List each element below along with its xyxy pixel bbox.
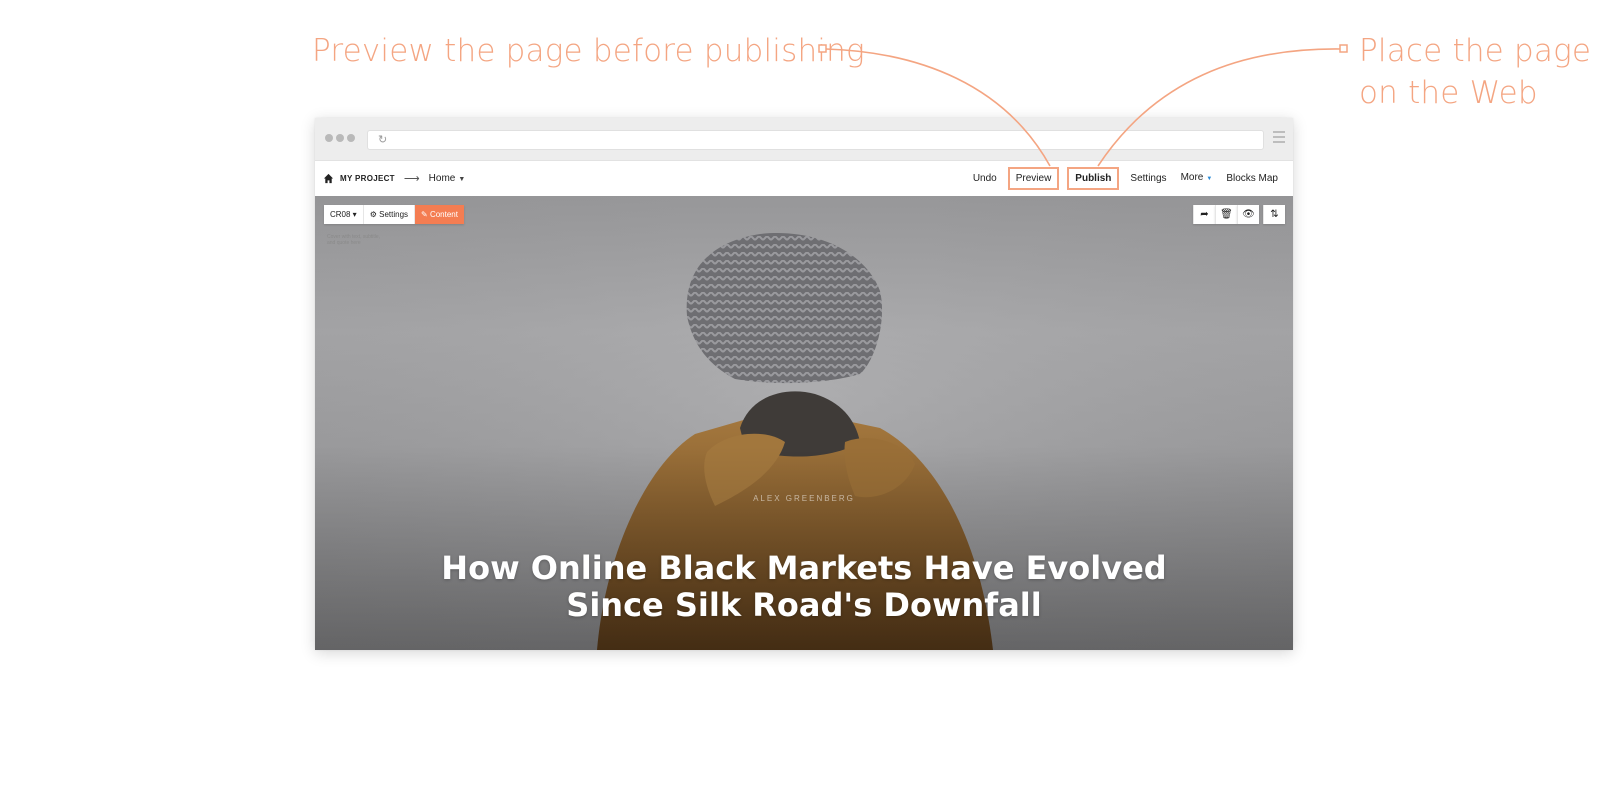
callout-marker-icon [818, 44, 827, 53]
callout-connectors [818, 44, 1348, 167]
preview-connector-line [825, 48, 1051, 167]
publish-connector-line [1097, 48, 1341, 167]
callout-marker-icon [1339, 44, 1348, 53]
